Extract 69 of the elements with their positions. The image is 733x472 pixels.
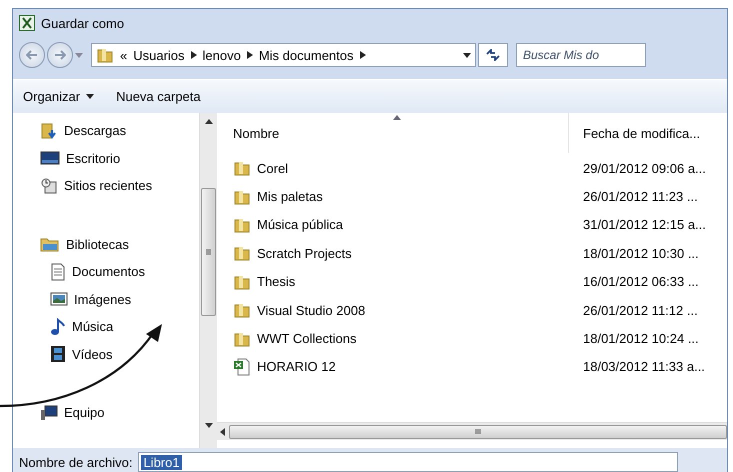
film-icon [50, 345, 66, 364]
computer-icon [40, 404, 58, 421]
refresh-arrows-icon [486, 49, 500, 61]
modified-date: 31/01/2012 12:15 a... [582, 217, 706, 232]
toolbar-button[interactable]: Organizar [19, 85, 98, 108]
column-header[interactable]: Nombre [217, 113, 569, 153]
file-name[interactable]: Corel [217, 159, 569, 178]
file-name[interactable]: HORARIO 12 [217, 358, 569, 376]
spreadsheet-file-icon [233, 358, 251, 376]
sidebar-item[interactable]: Escritorio [13, 144, 199, 172]
toolbar-button[interactable]: Nueva carpeta [112, 85, 205, 108]
music-note-icon [50, 318, 66, 336]
dropdown-caret-icon[interactable] [463, 52, 471, 58]
chevron-icon [190, 51, 197, 59]
address-field[interactable]: « Usuarios lenovo Mis documentos [91, 43, 476, 67]
scrollbar-thumb[interactable] [229, 424, 727, 438]
file-name[interactable]: Música pública [217, 216, 569, 234]
refresh-button[interactable] [478, 43, 508, 67]
sidebar-item[interactable]: Descargas [13, 117, 199, 144]
file-name[interactable]: Mis paletas [217, 188, 569, 206]
scroll-up-icon[interactable] [204, 119, 212, 124]
scroll-left-icon[interactable] [220, 428, 225, 436]
back-arrow-icon [26, 50, 38, 60]
window-title: Guardar como [41, 16, 124, 30]
forward-arrow-icon [54, 50, 66, 60]
filename-label: Nombre de archivo: [19, 454, 132, 470]
caret-icon [86, 94, 94, 99]
file-name[interactable]: Visual Studio 2008 [217, 301, 569, 320]
sidebar-item[interactable]: Bibliotecas [13, 230, 199, 258]
folder-icon [233, 301, 251, 320]
sidebar-item[interactable]: Equipo [13, 399, 199, 426]
location-folder-icon [96, 46, 114, 64]
sidebar-item[interactable]: Música [13, 313, 199, 340]
modified-date: 26/01/2012 11:23 ... [582, 189, 698, 204]
file-name[interactable]: Scratch Projects [217, 244, 569, 262]
forward-button[interactable] [47, 42, 73, 68]
folder-icon [233, 244, 251, 262]
breadcrumb[interactable]: Mis documentos [258, 48, 354, 62]
modified-date: 29/01/2012 09:06 a... [582, 160, 706, 176]
breadcrumb[interactable]: « [120, 48, 128, 62]
breadcrumb[interactable]: Usuarios [133, 48, 185, 62]
modified-date: 18/03/2012 11:33 a... [582, 359, 705, 374]
sort-arrow-icon [392, 115, 400, 120]
modified-date: 16/01/2012 06:33 ... [582, 274, 699, 290]
scrollbar-thumb[interactable] [201, 188, 216, 316]
folder-icon [233, 159, 251, 178]
picture-icon [50, 291, 68, 308]
modified-date: 26/01/2012 11:12 ... [582, 302, 698, 318]
sidebar-item[interactable]: Vídeos [13, 340, 199, 368]
sidebar-item[interactable]: Imágenes [13, 286, 199, 313]
filename-field[interactable]: Libro1 [138, 452, 678, 472]
scroll-down-icon[interactable] [204, 423, 212, 428]
folder-download-icon [40, 122, 58, 140]
chevron-icon [360, 51, 366, 59]
modified-date: 18/01/2012 10:24 ... [582, 331, 699, 346]
breadcrumb[interactable]: lenovo [202, 48, 241, 62]
search-field[interactable]: Buscar Mis do [516, 43, 646, 67]
file-name[interactable]: Thesis [217, 272, 569, 291]
modified-date: 18/01/2012 10:30 ... [582, 246, 699, 261]
desktop-icon [40, 150, 60, 166]
spreadsheet-app-icon [19, 15, 35, 31]
sidebar-item[interactable]: Documentos [13, 258, 199, 286]
sidebar-item[interactable]: Sitios recientes [13, 172, 199, 200]
column-header[interactable]: Fecha de modifica... [569, 113, 700, 153]
recent-places-icon [40, 176, 58, 195]
document-icon [50, 262, 66, 281]
chevron-icon [246, 51, 253, 59]
file-name[interactable]: WWT Collections [217, 330, 569, 348]
back-button[interactable] [19, 42, 45, 68]
